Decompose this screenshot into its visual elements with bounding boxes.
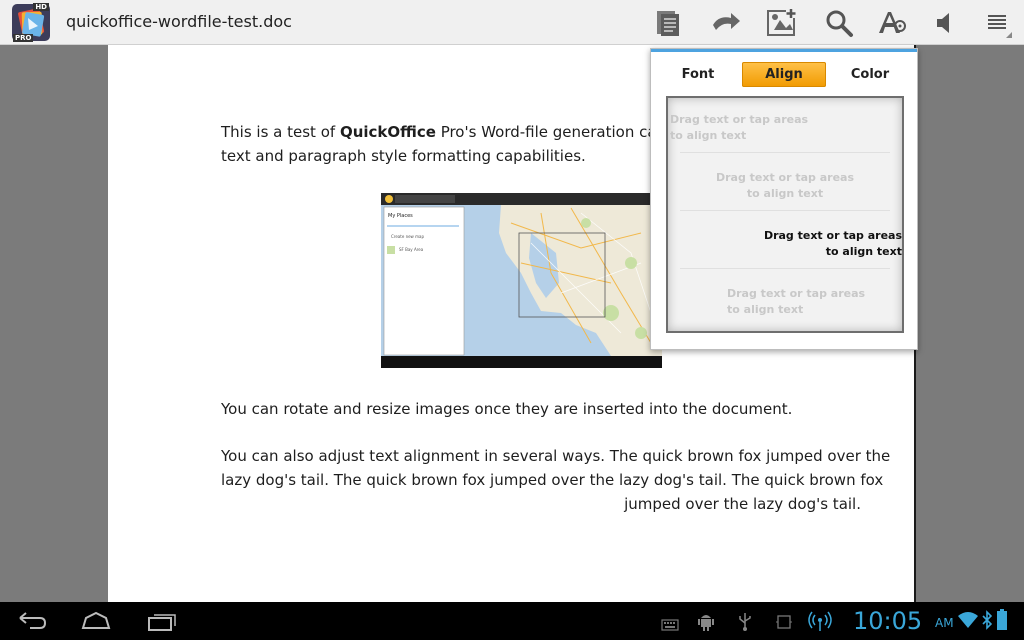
align-right-line-2: to align text: [825, 245, 902, 258]
document-margin-left: [0, 45, 108, 602]
document-view-icon[interactable]: [653, 8, 683, 38]
align-justify-line-2: to align text: [727, 303, 804, 316]
paragraph-2[interactable]: You can rotate and resize images once th…: [221, 397, 792, 421]
align-divider: [680, 268, 890, 269]
map-panel-item-1: Create new map: [391, 234, 424, 239]
align-left-option[interactable]: Drag text or tap areas to align text: [670, 112, 810, 144]
app-badge-hd: HD: [33, 3, 49, 11]
wifi-icon: [957, 611, 979, 633]
align-right-line-1: Drag text or tap areas: [763, 229, 902, 242]
paragraph-3-line-3[interactable]: jumped over the lazy dog's tail.: [221, 492, 861, 516]
align-right-option[interactable]: Drag text or tap areas to align text: [728, 228, 902, 260]
keyboard-icon: [661, 616, 679, 635]
align-divider: [680, 210, 890, 211]
screen-rotation-icon: [775, 614, 793, 634]
map-panel-title: My Places: [388, 213, 413, 219]
align-justify-option[interactable]: Drag text or tap areas to align text: [727, 286, 887, 318]
document-margin-right: [917, 45, 1024, 602]
align-justify-line-1: Drag text or tap areas: [727, 287, 866, 300]
align-options-area[interactable]: Drag text or tap areas to align text Dra…: [666, 96, 904, 333]
align-left-line-1: Drag text or tap areas: [670, 113, 809, 126]
format-popup: Font Align Color Drag text or tap areas …: [650, 48, 918, 350]
system-bar: 10:05 AM: [0, 602, 1024, 640]
back-icon[interactable]: [16, 610, 47, 632]
paragraph-1-line-2[interactable]: text and paragraph style formatting capa…: [221, 144, 586, 168]
speaker-icon[interactable]: [931, 8, 961, 38]
align-center-option[interactable]: Drag text or tap areas to align text: [668, 170, 902, 202]
document-title: quickoffice-wordfile-test.doc: [66, 12, 292, 31]
embedded-map-image[interactable]: My Places Create new map SF Bay Area: [381, 193, 662, 368]
paragraph-1[interactable]: This is a test of QuickOffice Pro's Word…: [221, 120, 685, 144]
align-divider: [680, 152, 890, 153]
para1-rest: Pro's Word-file generation capab: [435, 123, 685, 141]
clock-ampm: AM: [935, 616, 954, 630]
tab-color[interactable]: Color: [844, 62, 896, 87]
battery-icon: [996, 609, 1008, 635]
clock-time[interactable]: 10:05: [853, 607, 922, 635]
usb-icon: [738, 611, 752, 635]
align-left-line-2: to align text: [670, 129, 747, 142]
bluetooth-icon: [982, 610, 993, 634]
recent-apps-icon[interactable]: [146, 610, 176, 632]
tab-align[interactable]: Align: [742, 62, 826, 87]
undo-icon[interactable]: [709, 8, 743, 38]
tab-font[interactable]: Font: [673, 62, 723, 87]
paragraph-3-line-1[interactable]: You can also adjust text alignment in se…: [221, 444, 890, 468]
map-panel-item-2: SF Bay Area: [399, 247, 424, 252]
popup-accent-bar: [651, 49, 917, 52]
para1-prefix: This is a test of: [221, 123, 340, 141]
text-format-icon[interactable]: [877, 8, 907, 38]
android-debug-icon: [698, 611, 714, 635]
wireless-icon: [808, 610, 832, 636]
paragraph-3-line-2[interactable]: lazy dog's tail. The quick brown fox jum…: [221, 468, 883, 492]
para1-bold: QuickOffice: [339, 123, 436, 141]
menu-icon[interactable]: [983, 8, 1013, 38]
align-center-line-1: Drag text or tap areas: [715, 171, 855, 184]
home-icon[interactable]: [80, 610, 111, 632]
quickoffice-app-icon[interactable]: HD PRO: [12, 3, 50, 42]
app-badge-pro: PRO: [13, 34, 34, 42]
add-image-icon[interactable]: [766, 8, 796, 38]
search-icon[interactable]: [824, 8, 854, 38]
action-bar: HD PRO quickoffice-wordfile-test.doc: [0, 0, 1024, 45]
align-center-line-2: to align text: [746, 187, 824, 200]
